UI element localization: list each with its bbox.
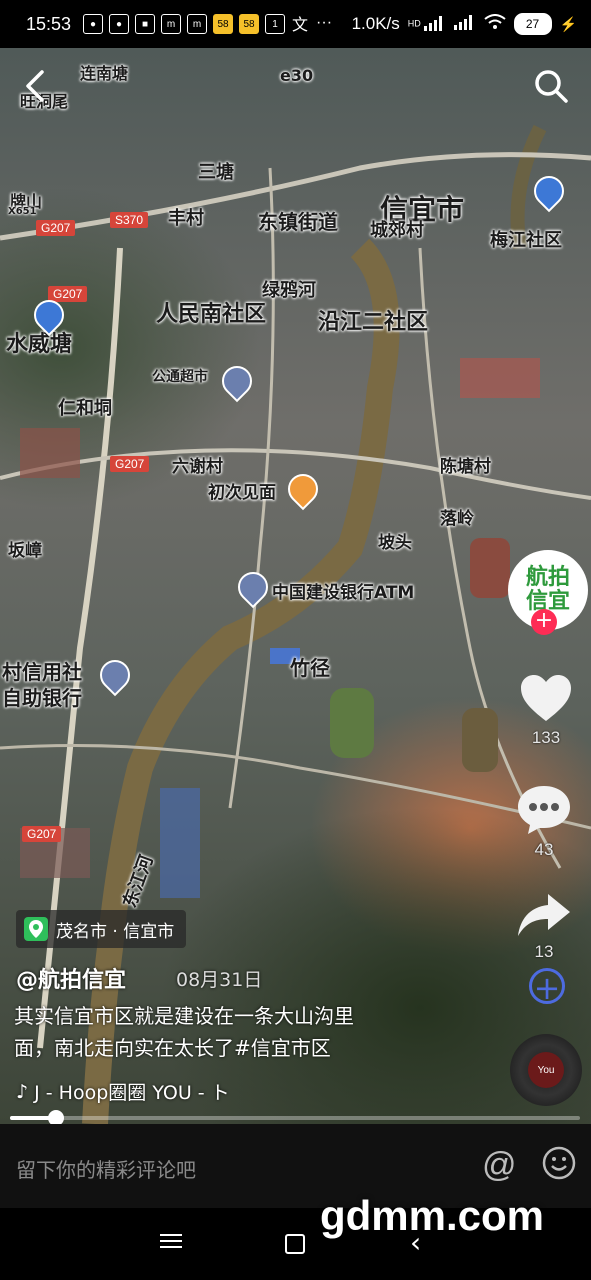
1-icon: 1 bbox=[265, 14, 286, 34]
mi-icon: m bbox=[161, 14, 182, 34]
map-label: 中国建设银行ATM bbox=[272, 583, 415, 603]
avatar-text: 航拍信宜 bbox=[525, 565, 570, 614]
comment-input[interactable]: 留下你的精彩评论吧 bbox=[16, 1154, 196, 1183]
follow-button[interactable]: + bbox=[531, 609, 557, 635]
watermark: gdmm.com bbox=[320, 1192, 545, 1239]
map-label: 沿江二社区 bbox=[318, 310, 429, 335]
share-button[interactable]: 13 bbox=[514, 892, 574, 962]
location-text: 茂名市 · 信宜市 bbox=[56, 921, 175, 942]
wechat-icon: ● bbox=[109, 14, 130, 34]
wifi-icon bbox=[483, 13, 506, 35]
map-label: 陈塘村 bbox=[440, 457, 491, 477]
status-time: 15:53 bbox=[26, 13, 72, 34]
sports-field bbox=[330, 688, 374, 758]
map-label: 竹径 bbox=[290, 656, 330, 680]
share-count: 13 bbox=[534, 942, 554, 961]
map-label: 连南塘 bbox=[80, 64, 129, 83]
smiley-icon bbox=[542, 1146, 576, 1180]
map-label: 村信用社 bbox=[2, 660, 82, 684]
music-note-icon: ♪ bbox=[16, 1080, 29, 1103]
map-label: 仁和垌 bbox=[58, 398, 112, 419]
map-label: 人民南社区 bbox=[156, 302, 267, 327]
map-label: 坡头 bbox=[378, 533, 412, 553]
map-label: 丰村 bbox=[168, 208, 204, 229]
signal-icon bbox=[453, 14, 476, 35]
route-tag: G207 bbox=[22, 826, 62, 842]
map-label: 公通超市 bbox=[152, 369, 208, 385]
route-tag: G207 bbox=[110, 456, 150, 472]
back-button[interactable] bbox=[22, 68, 52, 104]
map-label: 绿鸦河 bbox=[262, 280, 316, 301]
net-speed: 1.0K/s bbox=[351, 14, 400, 33]
music-title: J - Hoop圈圈 YOU - ト bbox=[34, 1082, 230, 1104]
map-label: 六谢村 bbox=[172, 457, 223, 477]
search-icon bbox=[535, 70, 568, 103]
signal-icon: HD bbox=[408, 15, 446, 34]
map-label: 水威塘 bbox=[6, 332, 73, 357]
music-disc-cover: You bbox=[528, 1052, 564, 1088]
58-icon: 58 bbox=[239, 14, 260, 34]
caption-line: 其实信宜市区就是建设在一条大山沟里 bbox=[14, 1004, 354, 1028]
chevron-left-icon bbox=[26, 70, 44, 102]
map-label: X651 bbox=[8, 206, 37, 217]
author-name[interactable]: @航拍信宜 bbox=[16, 962, 126, 994]
music-info[interactable]: ♪ J - Hoop圈圈 YOU - ト bbox=[16, 1078, 230, 1105]
menu-icon[interactable] bbox=[160, 1230, 182, 1252]
comment-count: 43 bbox=[534, 840, 554, 859]
battery-icon: 27 bbox=[513, 13, 552, 35]
like-count: 133 bbox=[531, 728, 561, 747]
map-label: 自助银行 bbox=[2, 686, 82, 710]
shopping-bag-icon: ■ bbox=[135, 14, 156, 34]
more-dots-icon: ··· bbox=[316, 14, 333, 31]
charging-icon: ⚡ bbox=[559, 15, 577, 32]
music-disc[interactable]: You bbox=[510, 1034, 582, 1106]
heart-icon bbox=[521, 675, 571, 721]
route-tag: S370 bbox=[110, 212, 149, 228]
wechat-icon: ● bbox=[83, 14, 104, 34]
map-label: 东镇街道 bbox=[258, 210, 338, 234]
emoji-button[interactable] bbox=[542, 1146, 576, 1180]
video-caption: 其实信宜市区就是建设在一条大山沟里 面，南北走向实在太长了#信宜市区 bbox=[14, 1000, 434, 1064]
search-button[interactable] bbox=[533, 68, 569, 104]
building bbox=[160, 788, 200, 898]
route-tag: G207 bbox=[36, 220, 76, 236]
caption-line: 面，南北走向实在太长了#信宜市区 bbox=[14, 1036, 331, 1060]
mention-button[interactable]: @ bbox=[482, 1146, 517, 1185]
hd-badge: HD bbox=[407, 18, 421, 29]
building-cluster bbox=[20, 428, 80, 478]
share-arrow-icon bbox=[518, 894, 570, 936]
text-icon: 文 bbox=[292, 17, 309, 34]
map-label: 坂嶂 bbox=[8, 541, 42, 561]
location-pin-icon bbox=[24, 917, 48, 941]
status-bar: 15:53 ● ● ■ m m 58 58 1 文 ··· 1.0K/s HD … bbox=[0, 0, 591, 48]
like-button[interactable]: 133 bbox=[516, 674, 576, 748]
building-cluster bbox=[460, 358, 540, 398]
58-icon: 58 bbox=[213, 14, 234, 34]
map-label: 落岭 bbox=[440, 509, 474, 529]
road bbox=[0, 744, 591, 830]
video-progress-bar[interactable] bbox=[10, 1110, 580, 1126]
map-label: e30 bbox=[280, 66, 314, 85]
comment-button[interactable]: 43 bbox=[514, 784, 574, 860]
map-label: 初次见面 bbox=[208, 483, 276, 503]
add-icon[interactable]: + bbox=[529, 968, 565, 1005]
map-label: 城郊村 bbox=[370, 220, 424, 241]
map-label: 三塘 bbox=[198, 162, 234, 183]
location-tag[interactable]: 茂名市 · 信宜市 bbox=[16, 910, 187, 948]
mi-icon: m bbox=[187, 14, 208, 34]
sports-field bbox=[470, 538, 510, 598]
home-icon[interactable] bbox=[285, 1234, 305, 1254]
notification-icons: ● ● ■ m m 58 58 1 文 ··· bbox=[83, 14, 333, 34]
post-date: 08月31日 bbox=[176, 969, 263, 991]
sports-field bbox=[462, 708, 498, 772]
map-label: 梅江社区 bbox=[490, 230, 562, 251]
comment-icon bbox=[518, 786, 570, 834]
